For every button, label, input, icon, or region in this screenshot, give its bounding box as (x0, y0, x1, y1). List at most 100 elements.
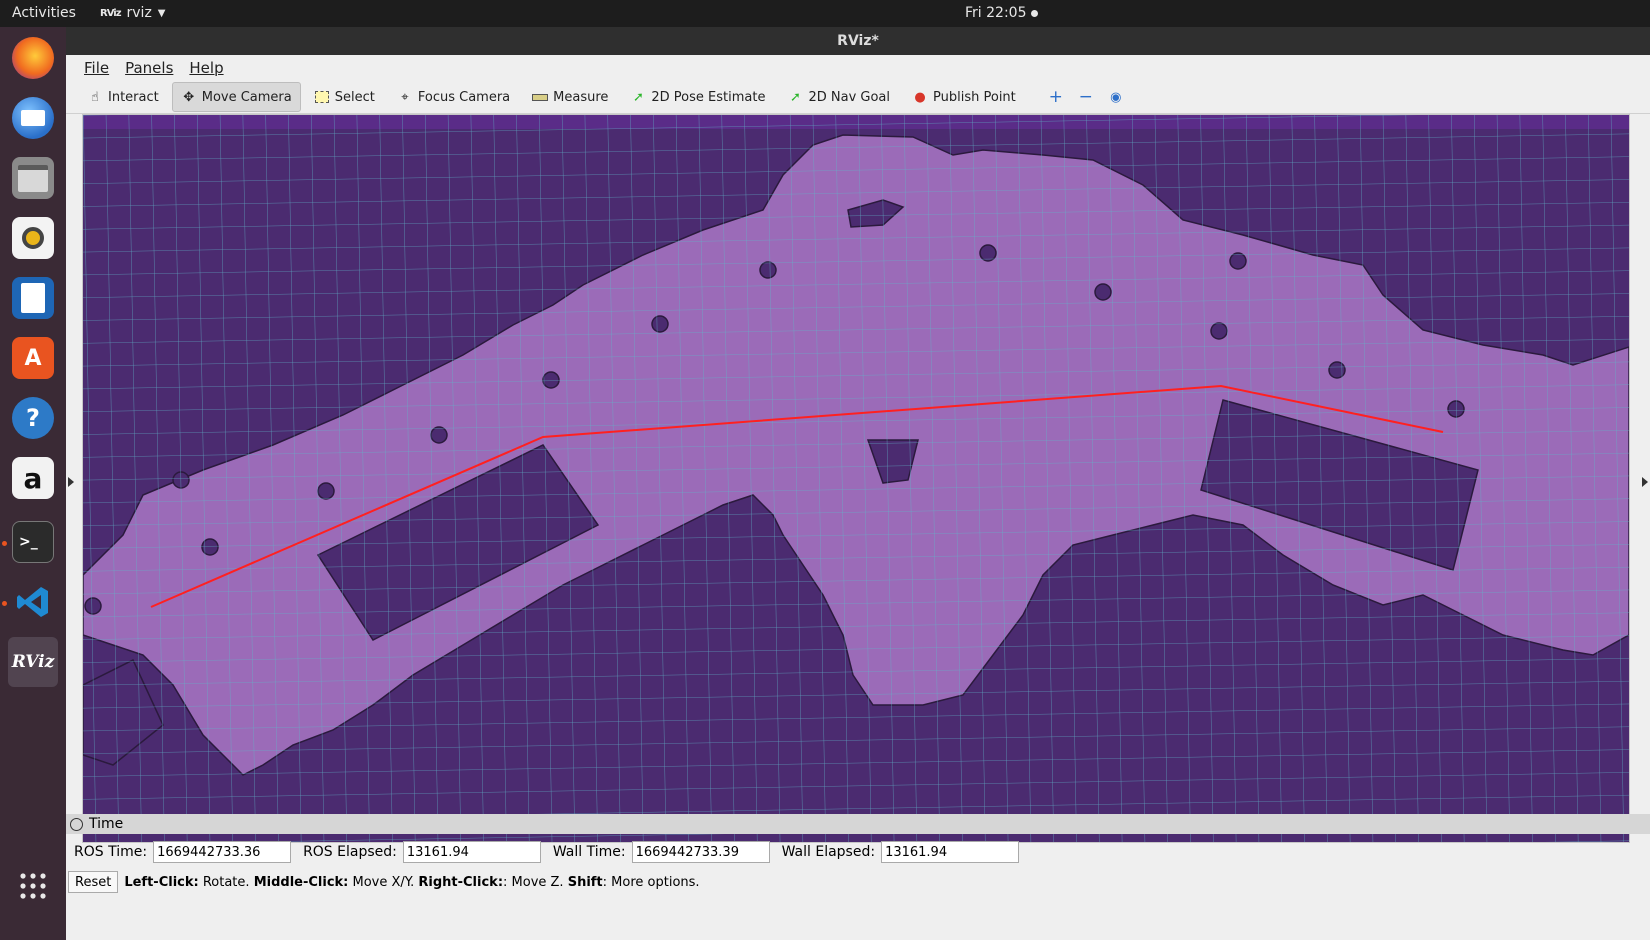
show-apps-icon (12, 865, 54, 907)
tools-toolbar: ☝ Interact ✥ Move Camera Select ⌖ Focus … (66, 81, 1650, 114)
hint-right-action: : Move Z. (503, 874, 564, 890)
activities-button[interactable]: Activities (12, 5, 76, 21)
focus-camera-label: Focus Camera (417, 89, 511, 105)
rhythmbox-icon (12, 217, 54, 259)
menu-help[interactable]: Help (181, 59, 231, 77)
terminal-icon: >_ (12, 521, 54, 563)
menu-bar: File Panels Help (66, 55, 1650, 81)
pose-estimate-tool-button[interactable]: ➚ 2D Pose Estimate (621, 82, 774, 112)
ros-elapsed-field[interactable] (402, 841, 541, 863)
dock-files[interactable] (8, 153, 58, 203)
clock-label: Fri 22:05 (965, 5, 1027, 21)
render-viewport[interactable] (82, 114, 1630, 843)
dock-thunderbird[interactable] (8, 93, 58, 143)
interact-label: Interact (108, 89, 159, 105)
eye-icon: ◉ (1110, 89, 1122, 105)
measure-tool-button[interactable]: Measure (523, 82, 617, 112)
running-indicator (2, 541, 7, 546)
dock-terminal[interactable]: >_ (8, 517, 58, 567)
rviz-icon: RViz (11, 652, 55, 672)
select-label: Select (334, 89, 375, 105)
wall-time-label: Wall Time: (552, 844, 626, 860)
show-applications-button[interactable] (8, 861, 58, 911)
remove-tool-button[interactable]: − (1073, 82, 1099, 112)
map-view (83, 115, 1629, 842)
app-menu-label: rviz (126, 5, 152, 21)
hint-middle-click: Middle-Click: (253, 874, 349, 890)
chevron-down-icon: ▼ (157, 7, 166, 19)
publish-point-tool-button[interactable]: ● Publish Point (903, 82, 1025, 112)
dock-firefox[interactable] (8, 33, 58, 83)
clock[interactable]: Fri 22:05 (965, 5, 1039, 21)
measure-label: Measure (553, 89, 609, 105)
move-camera-tool-button[interactable]: ✥ Move Camera (171, 82, 301, 112)
window-title: RViz* (66, 27, 1650, 55)
wall-time-field[interactable] (631, 841, 770, 863)
ros-elapsed-label: ROS Elapsed: (303, 844, 397, 860)
add-tool-button[interactable]: + (1043, 82, 1069, 112)
hint-left-click: Left-Click: (124, 874, 199, 890)
dock: A ? a >_ RViz (0, 27, 66, 940)
dock-rviz[interactable]: RViz (8, 637, 58, 687)
reset-button[interactable]: Reset (68, 871, 119, 893)
ruler-icon (532, 89, 549, 105)
status-bar: Reset Left-Click: Rotate. Middle-Click: … (66, 870, 1650, 894)
ros-time-field[interactable] (153, 841, 292, 863)
writer-icon (12, 277, 54, 319)
clock-icon (70, 817, 83, 831)
time-panel-header: Time (66, 814, 1650, 834)
interact-tool-button[interactable]: ☝ Interact (78, 82, 168, 112)
hint-right-click: Right-Click: (418, 874, 504, 890)
hint-shift-action: : More options. (602, 874, 700, 890)
visibility-menu-button[interactable]: ◉ (1103, 82, 1129, 112)
select-tool-button[interactable]: Select (305, 82, 384, 112)
pose-estimate-label: 2D Pose Estimate (651, 89, 766, 105)
help-icon: ? (12, 397, 54, 439)
running-indicator (2, 601, 7, 606)
publish-point-label: Publish Point (933, 89, 1016, 105)
hint-shift: Shift (567, 874, 603, 890)
move-arrows-icon: ✥ (183, 89, 195, 105)
time-panel: Time ROS Time: ROS Elapsed: Wall Time: W… (66, 814, 1650, 940)
move-camera-label: Move Camera (201, 89, 292, 105)
minus-icon: − (1078, 87, 1093, 107)
wall-elapsed-field[interactable] (881, 841, 1020, 863)
wall-elapsed-label: Wall Elapsed: (781, 844, 876, 860)
rviz-window: RViz* File Panels Help ☝ Interact ✥ Move… (66, 27, 1650, 940)
focus-camera-tool-button[interactable]: ⌖ Focus Camera (388, 82, 519, 112)
nav-goal-tool-button[interactable]: ➚ 2D Nav Goal (778, 82, 899, 112)
right-dock-toggle-icon[interactable] (1642, 477, 1648, 487)
crosshair-icon: ⌖ (401, 89, 409, 105)
green-arrow-icon: ➚ (632, 89, 644, 105)
nav-goal-label: 2D Nav Goal (808, 89, 891, 105)
software-icon: A (12, 337, 54, 379)
dock-writer[interactable] (8, 273, 58, 323)
status-hint: Left-Click: Rotate. Middle-Click: Move X… (124, 875, 699, 890)
system-top-bar: Activities RViz rviz ▼ Fri 22:05 (0, 0, 1650, 27)
menu-panels[interactable]: Panels (117, 59, 181, 77)
app-menu[interactable]: RViz rviz ▼ (100, 5, 166, 21)
notification-dot-icon (1031, 9, 1039, 17)
files-icon (12, 157, 54, 199)
hint-middle-action: Move X/Y. (352, 874, 415, 890)
hand-pointer-icon: ☝ (91, 89, 99, 105)
map-pin-icon: ● (914, 89, 926, 105)
dock-vscode[interactable] (8, 577, 58, 627)
rviz-app-icon: RViz (100, 7, 121, 19)
time-fields: ROS Time: ROS Elapsed: Wall Time: Wall E… (66, 834, 1650, 870)
vscode-icon (12, 581, 54, 623)
dock-software[interactable]: A (8, 333, 58, 383)
left-dock-toggle-icon[interactable] (68, 477, 74, 487)
select-box-icon (314, 89, 330, 105)
firefox-icon (12, 37, 54, 79)
dock-amazon[interactable]: a (8, 453, 58, 503)
grid-overlay (83, 115, 1629, 842)
green-arrow-icon: ➚ (790, 89, 801, 105)
hint-left-action: Rotate. (202, 874, 250, 890)
dock-help[interactable]: ? (8, 393, 58, 443)
menu-file[interactable]: File (76, 59, 117, 77)
thunderbird-icon (12, 97, 54, 139)
plus-icon: + (1048, 87, 1063, 107)
dock-rhythmbox[interactable] (8, 213, 58, 263)
amazon-icon: a (12, 457, 54, 499)
